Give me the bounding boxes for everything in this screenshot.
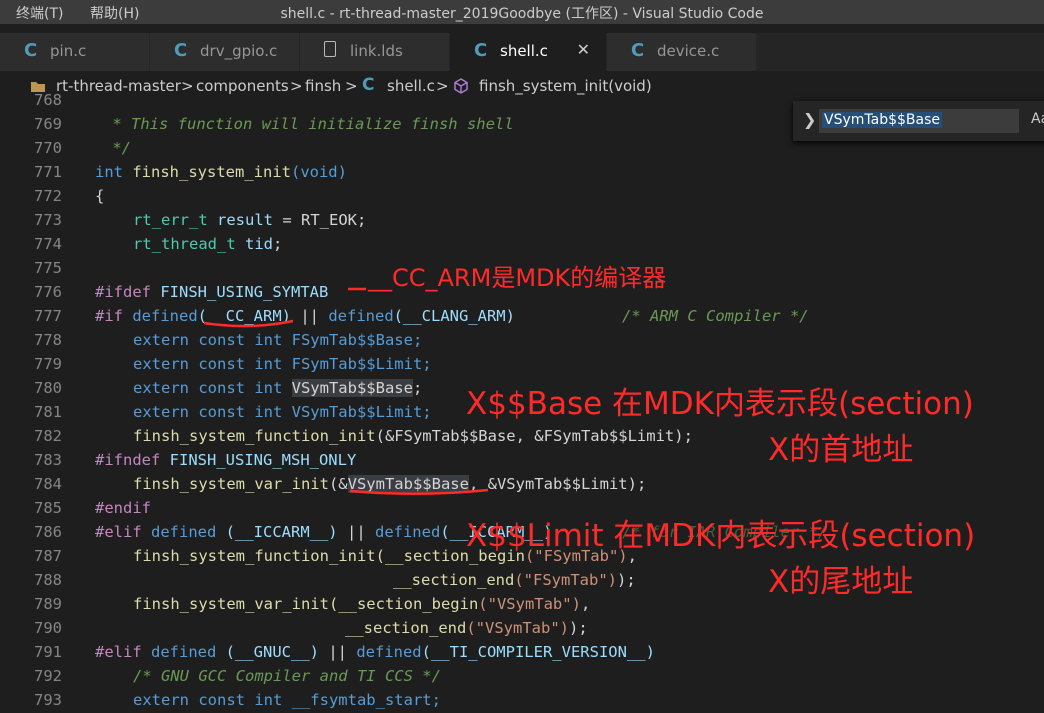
tab-label: drv_gpio.c [200,42,278,60]
file-icon [324,41,336,57]
tab-label: pin.c [50,42,87,60]
annotation-base-line1: X$$Base 在MDK内表示段(section) [466,386,974,422]
c-file-icon: C [174,40,188,61]
tab-bar: C pin.c C drv_gpio.c link.lds C shell.c … [0,33,1044,71]
tab-label: shell.c [500,42,548,60]
close-icon[interactable]: ✕ [577,40,590,59]
annotation-base-line2: X的首地址 [768,432,914,468]
find-query: VSymTab$$Base [822,112,942,128]
tab-link-lds[interactable]: link.lds [300,33,450,71]
c-file-icon: C [474,40,488,61]
annotation-limit-line1: X$$Limit 在MDK内表示段(section) [466,518,976,554]
tab-device-c[interactable]: C device.c [607,33,757,71]
tab-pin-c[interactable]: C pin.c [0,33,150,71]
chevron-right-icon[interactable]: ❯ [803,110,816,129]
find-widget: ❯ VSymTab$$Base Aa [793,101,1044,141]
tab-label: link.lds [350,42,403,60]
annotation-limit-line2: X的尾地址 [768,564,914,600]
tab-drv-gpio-c[interactable]: C drv_gpio.c [150,33,300,71]
match-case-toggle[interactable]: Aa [1031,111,1044,127]
find-input[interactable]: VSymTab$$Base [819,109,1019,133]
c-file-icon: C [24,40,38,61]
tab-shell-c[interactable]: C shell.c ✕ [450,33,607,71]
window-title: shell.c - rt-thread-master_2019Goodbye (… [280,6,764,22]
code-line: 793 extern const int __fsymtab_start; [34,691,441,709]
title-bar: 终端(T) 帮助(H) shell.c - rt-thread-master_2… [0,0,1044,24]
c-file-icon: C [631,40,645,61]
underline-cc-arm [203,319,294,328]
underline-vsymtab-base [349,488,489,495]
tab-label: device.c [657,42,720,60]
annotation-cc-arm: __CC_ARM是MDK的编译器 [368,264,667,292]
